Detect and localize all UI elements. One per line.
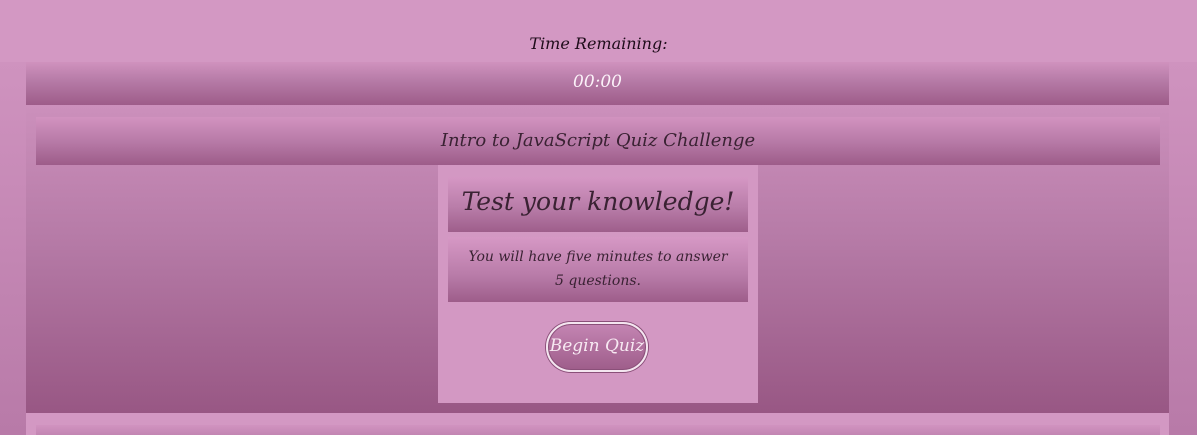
- main-panel: Intro to JavaScript Quiz Challenge Test …: [26, 105, 1169, 413]
- begin-quiz-button[interactable]: Begin Quiz: [546, 322, 648, 372]
- page-title: Intro to JavaScript Quiz Challenge: [440, 130, 756, 151]
- left-side-panel: [0, 62, 26, 435]
- card-description: You will have five minutes to answer 5 q…: [468, 249, 728, 289]
- timer-value: 00:00: [573, 72, 622, 92]
- timer-bar: 00:00: [26, 62, 1169, 105]
- right-side-panel: [1169, 62, 1197, 435]
- timer-label: Time Remaining:: [529, 34, 668, 53]
- card-description-box: You will have five minutes to answer 5 q…: [448, 237, 748, 302]
- card-heading-box: Test your knowledge!: [448, 177, 748, 232]
- intro-card: Test your knowledge! You will have five …: [438, 165, 758, 403]
- bottom-section: [36, 425, 1160, 435]
- card-heading: Test your knowledge!: [461, 187, 735, 216]
- page-header: Intro to JavaScript Quiz Challenge: [36, 117, 1160, 165]
